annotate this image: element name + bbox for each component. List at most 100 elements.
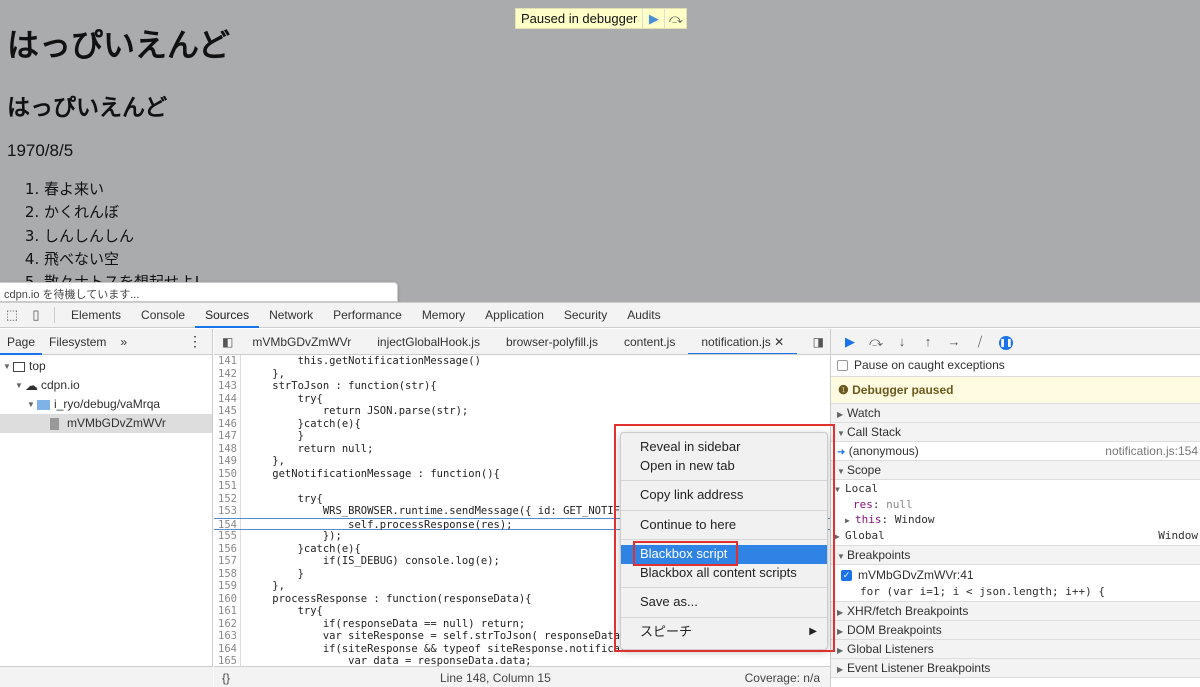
step-into-icon[interactable]: ↓ [889, 334, 915, 349]
line-number[interactable]: 154 [214, 518, 241, 530]
scope-local[interactable]: ▼ Local [835, 481, 1200, 497]
tree-item-file[interactable]: mVMbGDvZmWVr [0, 414, 212, 433]
section-dom-breakpoints[interactable]: ▶ DOM Breakpoints [831, 621, 1200, 640]
tab-network[interactable]: Network [259, 303, 323, 328]
line-number[interactable]: 156 [214, 542, 241, 555]
current-frame-arrow-icon: ➜ [837, 447, 846, 458]
tab-memory[interactable]: Memory [412, 303, 475, 328]
code-line[interactable]: 141 this.getNotificationMessage() [214, 355, 830, 368]
file-tab[interactable]: browser-polyfill.js [493, 329, 611, 354]
line-number[interactable]: 149 [214, 455, 241, 468]
tree-item-cdpn[interactable]: ▼ ☁ cdpn.io [0, 376, 212, 395]
collapsed-icon: ▶ [837, 410, 844, 419]
step-out-icon[interactable]: ↑ [915, 334, 941, 349]
tab-performance[interactable]: Performance [323, 303, 412, 328]
line-number[interactable]: 165 [214, 655, 241, 666]
section-global-listeners[interactable]: ▶ Global Listeners [831, 640, 1200, 659]
tree-item-folder[interactable]: ▼ i_ryo/debug/vaMrqa [0, 395, 212, 414]
line-number[interactable]: 161 [214, 605, 241, 618]
folder-icon [37, 399, 50, 410]
code-line[interactable]: 143 strToJson : function(str){ [214, 380, 830, 393]
scope-var[interactable]: ▶ this: Window [835, 512, 1200, 528]
line-number[interactable]: 145 [214, 405, 241, 418]
code-line[interactable]: 142 }, [214, 367, 830, 380]
scope-tree: ▼ Local res: null ▶ this: Window ▶ Global Wi… [831, 480, 1200, 546]
breakpoint-item[interactable]: ✓ mVMbGDvZmWVr:41 for (var i=1; i < json.… [831, 565, 1200, 602]
file-tab-active[interactable]: notification.js ✕ [688, 329, 798, 354]
step-over-icon[interactable]: ⤼ [863, 334, 889, 350]
file-tab[interactable]: mVMbGDvZmWVr [239, 329, 364, 354]
section-xhr-breakpoints[interactable]: ▶ XHR/fetch Breakpoints [831, 602, 1200, 621]
line-number[interactable]: 163 [214, 630, 241, 643]
tab-page[interactable]: Page [0, 329, 43, 355]
line-number[interactable]: 151 [214, 480, 241, 493]
section-breakpoints[interactable]: ▼ Breakpoints [831, 546, 1200, 565]
close-tab-icon[interactable]: ✕ [774, 335, 784, 349]
step-over-icon[interactable]: ⤼ [664, 9, 686, 28]
line-number[interactable]: 158 [214, 567, 241, 580]
line-number[interactable]: 157 [214, 555, 241, 568]
section-scope[interactable]: ▼ Scope [831, 461, 1200, 480]
code-line-content: this.getNotificationMessage() [247, 355, 481, 368]
line-number[interactable]: 150 [214, 467, 241, 480]
deactivate-breakpoints-icon[interactable]: ⧸ [967, 334, 993, 350]
toggle-debugger-icon[interactable]: ◨ [813, 335, 830, 349]
pause-caught-exceptions[interactable]: Pause on caught exceptions [831, 355, 1200, 377]
code-text: }, [247, 367, 285, 380]
code-line[interactable]: 165 var data = responseData.data; [214, 655, 830, 666]
line-number[interactable]: 155 [214, 530, 241, 543]
tab-application[interactable]: Application [475, 303, 554, 328]
pause-on-exceptions-icon[interactable]: ❚❚ [993, 333, 1019, 350]
call-frame[interactable]: ➜ (anonymous) notification.js:154 [831, 442, 1200, 461]
line-number[interactable]: 143 [214, 380, 241, 393]
file-tab[interactable]: content.js [611, 329, 688, 354]
file-tab[interactable]: injectGlobalHook.js [364, 329, 493, 354]
section-event-listener-breakpoints[interactable]: ▶ Event Listener Breakpoints [831, 659, 1200, 678]
line-number[interactable]: 148 [214, 442, 241, 455]
tab-security[interactable]: Security [554, 303, 617, 328]
code-line[interactable]: 145 return JSON.parse(str); [214, 405, 830, 418]
line-number[interactable]: 147 [214, 430, 241, 443]
code-line[interactable]: 144 try{ [214, 392, 830, 405]
scope-global[interactable]: ▶ Global Window [835, 528, 1200, 544]
tree-item-top[interactable]: ▼ top [0, 357, 212, 376]
list-item: 飛べない空 [44, 248, 200, 271]
checkbox-checked[interactable]: ✓ [841, 570, 852, 582]
section-call-stack[interactable]: ▼ Call Stack [831, 423, 1200, 442]
more-tabs-icon[interactable]: » [113, 329, 134, 355]
inspect-element-icon[interactable]: ⬚ [0, 307, 24, 323]
line-number[interactable]: 142 [214, 367, 241, 380]
code-text: return JSON.parse(str); [247, 405, 469, 417]
line-number[interactable]: 160 [214, 592, 241, 605]
section-watch[interactable]: ▶ Watch [831, 404, 1200, 423]
line-number[interactable]: 159 [214, 580, 241, 593]
cloud-icon: ☁ [25, 378, 38, 393]
frame-location[interactable]: notification.js:154 [1105, 442, 1198, 460]
resume-icon[interactable]: ▶ [837, 334, 863, 350]
section-label: Watch [847, 406, 881, 420]
line-number[interactable]: 146 [214, 417, 241, 430]
tab-sources[interactable]: Sources [195, 303, 260, 328]
code-line-content: }catch(e){ [247, 543, 361, 556]
line-number[interactable]: 152 [214, 492, 241, 505]
tab-audits[interactable]: Audits [617, 303, 670, 328]
frame-icon [13, 361, 25, 372]
tab-console[interactable]: Console [131, 303, 195, 328]
line-number[interactable]: 144 [214, 392, 241, 405]
tab-elements[interactable]: Elements [61, 303, 131, 328]
toggle-navigator-icon[interactable]: ◧ [214, 335, 239, 349]
code-line-content: }, [247, 455, 285, 468]
pretty-print-button[interactable]: {} [222, 671, 230, 685]
resume-icon[interactable]: ▶ [642, 9, 664, 28]
line-number[interactable]: 141 [214, 355, 241, 368]
navigator-menu-icon[interactable]: ⋮ [188, 333, 212, 350]
code-text: WRS_BROWSER.runtime.sendMessage({ id: GE… [247, 505, 665, 517]
checkbox[interactable] [837, 360, 848, 372]
tab-filesystem[interactable]: Filesystem [42, 329, 113, 355]
code-line-content: WRS_BROWSER.runtime.sendMessage({ id: GE… [247, 505, 664, 518]
step-icon[interactable]: → [941, 334, 967, 349]
line-number[interactable]: 162 [214, 617, 241, 630]
line-number[interactable]: 164 [214, 642, 241, 655]
line-number[interactable]: 153 [214, 505, 241, 518]
device-toolbar-icon[interactable]: ▯ [24, 307, 48, 323]
